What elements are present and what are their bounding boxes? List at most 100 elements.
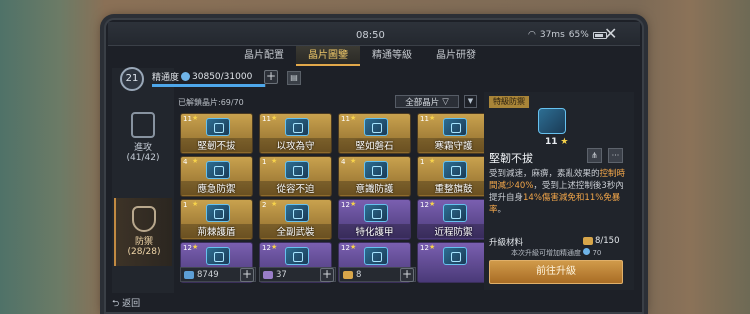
mastery-progress-bar <box>152 84 266 87</box>
back-button[interactable]: ⮌ 返回 <box>112 296 140 312</box>
chip-list-icon[interactable]: ▤ <box>287 71 301 85</box>
add-blue-button[interactable]: + <box>240 268 254 282</box>
star-icon: ★ <box>192 200 199 208</box>
chip-card[interactable]: 1 ★ 重整旗鼓 <box>417 156 490 197</box>
chip-card-name: 從容不迫 <box>260 181 331 195</box>
chip-icon <box>364 118 388 136</box>
share-icon[interactable]: ⋔ <box>587 148 602 163</box>
chip-card[interactable]: 11 ★ 堅如磐石 <box>338 113 411 154</box>
chip-card[interactable]: 2 ★ 全副武裝 <box>259 199 332 240</box>
filter-label: 全部晶片 <box>405 97 440 108</box>
chip-card[interactable]: 4 ★ 應急防禦 <box>180 156 253 197</box>
chip-icon <box>443 204 467 222</box>
chip-card-level: 12 <box>341 201 350 209</box>
crosshair-icon <box>131 112 155 138</box>
mastery-label: 精通度 30850/31000 <box>152 70 253 84</box>
back-arrow-icon: ⮌ <box>112 299 120 309</box>
chevron-down-icon: ▽ <box>442 96 449 107</box>
chip-icon <box>206 161 230 179</box>
chip-card-name: 堅韌不拔 <box>181 138 252 152</box>
add-gold-button[interactable]: + <box>400 268 414 282</box>
tab-chip-config[interactable]: 晶片配置 <box>232 46 296 66</box>
chip-icon <box>364 247 388 265</box>
shield-icon <box>132 206 156 232</box>
chip-card[interactable]: 1 ★ 荊棘護盾 <box>180 199 253 240</box>
chip-filter-dropdown[interactable]: 全部晶片 ▽ <box>395 95 459 108</box>
status-time: 08:50 <box>356 30 385 41</box>
category-defense[interactable]: 防禦 (28/28) <box>114 198 172 266</box>
purple-material-icon <box>263 270 273 279</box>
tab-mastery-level[interactable]: 精通等級 <box>360 46 424 66</box>
category-defense-count: (28/28) <box>127 247 161 257</box>
chip-card-level: 11 <box>341 115 350 123</box>
chip-card-name: 全副武裝 <box>260 224 331 238</box>
chip-card[interactable]: 1 ★ 從容不迫 <box>259 156 332 197</box>
chip-icon <box>285 204 309 222</box>
star-icon: ★ <box>192 114 199 122</box>
resource-purple-value: 37 <box>276 269 287 280</box>
blue-material-icon <box>184 270 194 279</box>
chip-title: 堅韌不拔 <box>489 152 533 165</box>
chip-card-level: 1 <box>420 158 425 166</box>
star-icon: ★ <box>560 137 569 147</box>
tab-chip-research[interactable]: 晶片研發 <box>424 46 488 66</box>
upgrade-note-text: 本次升級可增加精通度 <box>511 249 581 257</box>
upgrade-note-value: 70 <box>592 249 602 257</box>
material-count: 8/150 <box>583 236 620 246</box>
chip-card[interactable]: 11 ★ 以攻為守 <box>259 113 332 154</box>
chip-card[interactable]: 11 ★ 寒霜守護 <box>417 113 490 154</box>
mastery-text: 精通度 <box>152 73 180 83</box>
mastery-level-badge: 21 <box>120 67 144 91</box>
more-icon[interactable]: ··· <box>608 148 623 163</box>
unlocked-count: 已解鎖晶片:69/70 <box>178 98 244 107</box>
funnel-icon[interactable]: ▼ <box>464 95 477 108</box>
resource-gold-value: 8 <box>356 269 362 280</box>
category-attack-label: 進攻 <box>133 143 152 153</box>
chip-card[interactable]: 12 ★ 近程防禦 <box>417 199 490 240</box>
chip-card[interactable]: 12 ★ 特化護甲 <box>338 199 411 240</box>
add-purple-button[interactable]: + <box>320 268 334 282</box>
star-icon: ★ <box>271 157 278 165</box>
star-icon: ★ <box>350 243 357 251</box>
chip-card-name: 特化護甲 <box>339 224 410 238</box>
chip-card-name: 寒霜守護 <box>418 138 489 152</box>
close-icon[interactable]: ✕ <box>604 26 617 42</box>
star-icon: ★ <box>192 243 199 251</box>
tab-chip-gallery[interactable]: 晶片圖鑒 <box>296 46 360 66</box>
chip-card-name: 重整旗鼓 <box>418 181 489 195</box>
material-count-value: 8/150 <box>595 236 620 246</box>
category-defense-label: 防禦 <box>134 237 153 247</box>
chip-card[interactable]: 4 ★ 意識防護 <box>338 156 411 197</box>
chip-icon <box>443 161 467 179</box>
chip-icon <box>206 247 230 265</box>
chip-card-name: 荊棘護盾 <box>181 224 252 238</box>
chip-icon <box>443 118 467 136</box>
go-upgrade-button[interactable]: 前往升級 <box>489 260 623 284</box>
mastery-value: 30850/31000 <box>192 71 253 82</box>
chip-card-name: 應急防禦 <box>181 181 252 195</box>
chip-icon <box>206 204 230 222</box>
chip-card[interactable]: 12 ★ <box>417 242 490 283</box>
battery-level: 65% <box>568 30 589 40</box>
star-icon: ★ <box>192 157 199 165</box>
chip-card-level: 11 <box>420 115 429 123</box>
chip-icon <box>443 247 467 265</box>
gold-material-icon <box>343 270 353 279</box>
star-icon: ★ <box>429 200 436 208</box>
star-icon: ★ <box>350 157 357 165</box>
category-attack[interactable]: 進攻 (41/42) <box>114 108 172 170</box>
chip-card-name: 近程防禦 <box>418 224 489 238</box>
chip-card-level: 4 <box>341 158 346 166</box>
star-icon: ★ <box>271 200 278 208</box>
tab-bar: 晶片配置 晶片圖鑒 精通等級 晶片研發 <box>232 46 488 66</box>
resource-blue-value: 8749 <box>197 269 219 280</box>
chip-icon <box>364 161 388 179</box>
star-icon: ★ <box>429 157 436 165</box>
chip-icon <box>364 204 388 222</box>
chip-description: 受到減速，麻痹，素亂效果的控制時間減少40%，受到上述控制後3秒內提升自身14%… <box>489 168 629 216</box>
chip-card-name: 意識防護 <box>339 181 410 195</box>
star-icon: ★ <box>429 243 436 251</box>
mastery-icon <box>181 72 191 81</box>
add-mastery-button[interactable]: + <box>264 70 278 84</box>
chip-card[interactable]: 11 ★ 堅韌不拔 <box>180 113 253 154</box>
